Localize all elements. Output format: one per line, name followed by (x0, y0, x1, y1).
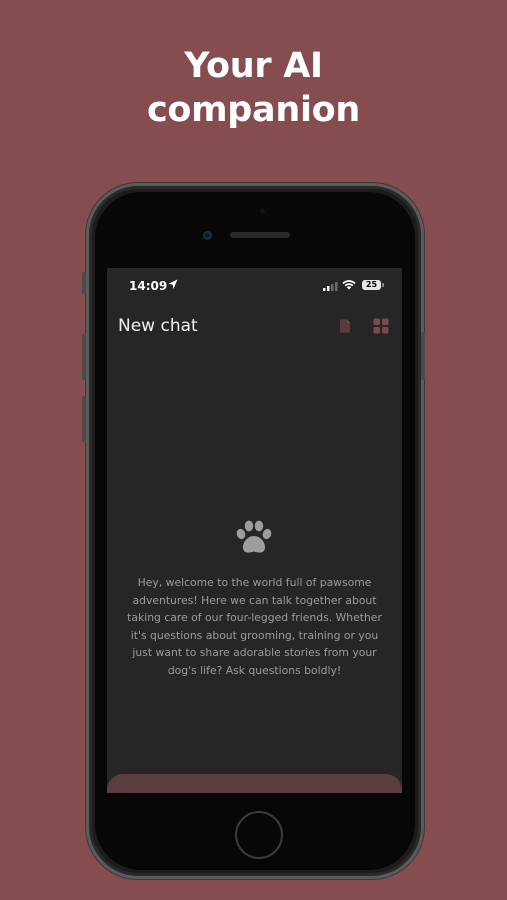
battery-indicator: 25 (362, 280, 381, 290)
volume-down-button (82, 396, 86, 442)
phone-screen: 14:09 25 New chat Hey, welcome to the wo… (107, 268, 402, 793)
location-arrow-icon (168, 279, 178, 289)
page-title: New chat (118, 316, 198, 336)
headline-line-2: companion (146, 90, 361, 130)
wifi-icon (342, 280, 356, 290)
signal-bars-icon (323, 282, 338, 291)
welcome-message: Hey, welcome to the world full of pawsom… (127, 576, 382, 677)
front-camera (203, 231, 212, 240)
mute-switch (82, 272, 86, 294)
power-button (421, 332, 425, 380)
app-header: New chat (107, 308, 402, 342)
battery-tip (382, 283, 384, 287)
grid-icon[interactable] (372, 317, 390, 335)
document-icon[interactable] (336, 317, 354, 335)
status-time: 14:09 (129, 279, 168, 293)
home-button[interactable] (235, 811, 283, 859)
front-sensor (260, 209, 265, 214)
volume-up-button (82, 334, 86, 380)
status-bar: 14:09 25 (107, 268, 402, 304)
headline: Your AI companion (0, 44, 507, 132)
message-composer[interactable] (107, 774, 402, 793)
headline-line-1: Your AI (184, 46, 323, 86)
earpiece-speaker (230, 232, 290, 238)
paw-icon (236, 520, 272, 553)
